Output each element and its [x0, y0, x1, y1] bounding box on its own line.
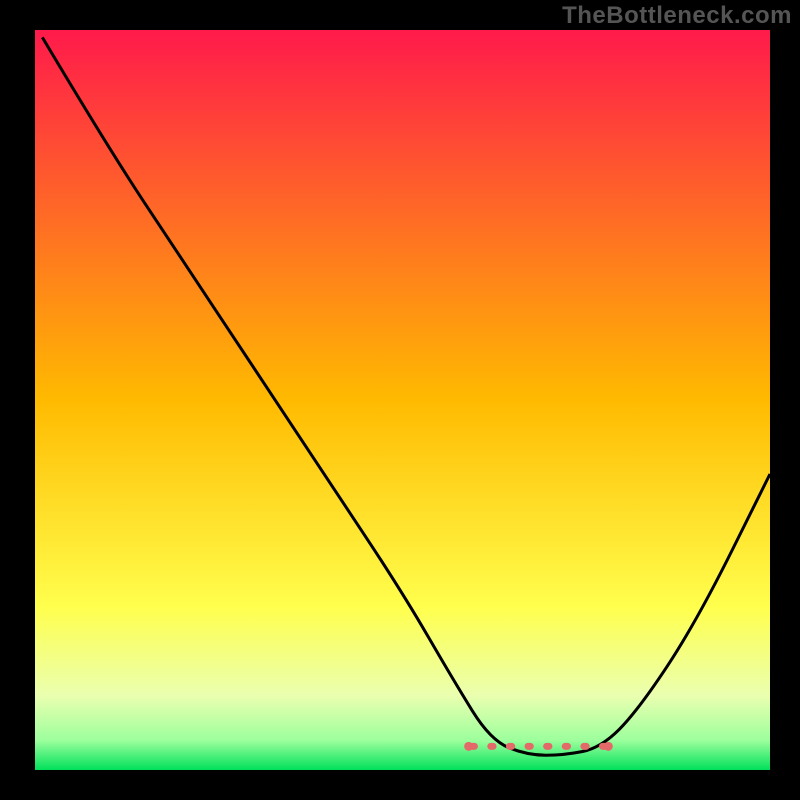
bottleneck-chart — [0, 0, 800, 800]
chart-container: { "watermark": "TheBottleneck.com", "cha… — [0, 0, 800, 800]
